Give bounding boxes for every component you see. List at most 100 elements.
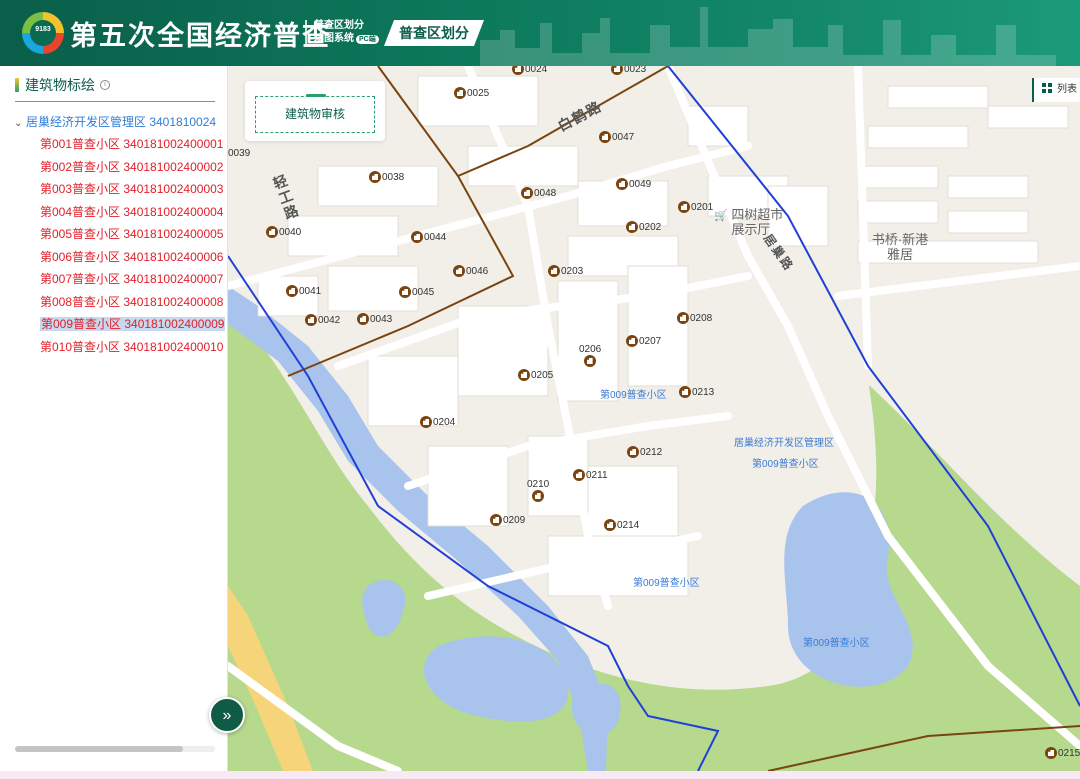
building-icon — [678, 201, 690, 213]
building-marker[interactable]: 0205 — [518, 369, 553, 381]
building-marker[interactable]: 0039 — [228, 148, 250, 159]
tree-root-node[interactable]: ⌄ 居巢经济开发区管理区 340181002400 — [14, 111, 216, 133]
building-marker[interactable]: 0209 — [490, 514, 525, 526]
building-marker[interactable]: 0208 — [677, 312, 712, 324]
skyline-decoration — [480, 7, 1056, 66]
info-icon[interactable]: i — [100, 80, 110, 90]
zone-label: 第009普查小区 — [803, 638, 870, 649]
building-marker[interactable]: 0049 — [616, 178, 651, 190]
tree-item-004[interactable]: 第004普查小区 340181002400004 — [14, 201, 223, 224]
building-icon — [626, 335, 638, 347]
building-marker[interactable]: 0201 — [678, 201, 713, 213]
building-icon — [357, 313, 369, 325]
zone-label: 第009普查小区 — [600, 390, 667, 401]
tree-item-009-selected[interactable]: 第009普查小区 340181002400009 — [14, 313, 226, 336]
building-marker[interactable]: 0025 — [454, 87, 489, 99]
building-marker[interactable]: 0214 — [604, 519, 639, 531]
sidebar-heading: 建筑物标绘 i — [15, 76, 110, 94]
tree-item-001[interactable]: 第001普查小区 340181002400001 — [14, 133, 223, 156]
building-marker[interactable]: 0041 — [286, 285, 321, 297]
building-icon — [454, 87, 466, 99]
heading-accent-bar — [15, 78, 19, 92]
map-basemap — [228, 66, 1080, 771]
building-icon — [573, 469, 585, 481]
building-marker[interactable]: 0044 — [411, 231, 446, 243]
building-icon — [490, 514, 502, 526]
title-divider — [305, 20, 307, 46]
building-marker[interactable]: 0047 — [599, 131, 634, 143]
building-icon — [626, 221, 638, 233]
app-subtitle: 普查区划分 绘图系统 PC端 — [314, 19, 379, 45]
building-icon — [369, 171, 381, 183]
sidebar: 建筑物标绘 i ⌄ 居巢经济开发区管理区 340181002400 第001普查小… — [0, 66, 228, 771]
expand-sidebar-button[interactable]: » — [209, 697, 245, 733]
building-icon — [616, 178, 628, 190]
grid-icon — [1042, 83, 1052, 93]
tab-district-division[interactable]: 普查区划分 — [384, 20, 484, 46]
building-marker[interactable]: 0204 — [420, 416, 455, 428]
building-icon — [453, 265, 465, 277]
building-marker[interactable]: 0203 — [548, 265, 583, 277]
building-marker[interactable]: 0043 — [357, 313, 392, 325]
list-view-toggle[interactable]: 列表 — [1032, 78, 1080, 102]
sidebar-scrollbar[interactable] — [15, 746, 215, 752]
district-tree: ⌄ 居巢经济开发区管理区 340181002400 第001普查小区 340181… — [14, 111, 226, 359]
tree-item-005[interactable]: 第005普查小区 340181002400005 — [14, 223, 223, 246]
scrollbar-thumb[interactable] — [15, 746, 183, 752]
building-marker[interactable]: 0207 — [626, 335, 661, 347]
building-marker[interactable]: 0211 — [573, 469, 608, 481]
zone-label: 第009普查小区 — [633, 578, 700, 589]
building-marker[interactable]: 0210 — [527, 479, 549, 502]
building-marker[interactable]: 0045 — [399, 286, 434, 298]
tree-item-002[interactable]: 第002普查小区 340181002400002 — [14, 156, 223, 179]
tree-item-007[interactable]: 第007普查小区 340181002400007 — [14, 268, 223, 291]
building-icon — [531, 490, 544, 502]
app-header: 9183 第五次全国经济普查 普查区划分 绘图系统 PC端 普查区划分 — [0, 0, 1080, 66]
heading-divider — [15, 101, 215, 102]
tree-item-010[interactable]: 第010普查小区 340181002400010 — [14, 336, 223, 359]
building-marker[interactable]: 0040 — [266, 226, 301, 238]
bottom-status-strip — [0, 771, 1080, 779]
building-marker[interactable]: 0213 — [679, 386, 714, 398]
building-icon — [599, 131, 611, 143]
zone-label: 第009普查小区 — [752, 459, 819, 470]
building-icon — [399, 286, 411, 298]
building-marker[interactable]: 0024 — [512, 66, 547, 75]
chevron-down-icon[interactable]: ⌄ — [14, 113, 26, 133]
poi-residence[interactable]: 书桥·新港雅居 — [868, 232, 932, 262]
building-marker[interactable]: 0046 — [453, 265, 488, 277]
poi-supermarket[interactable]: 🛒 四树超市展示厅 — [714, 207, 795, 237]
building-marker[interactable]: 0202 — [626, 221, 661, 233]
census-logo-icon — [22, 12, 64, 54]
building-marker[interactable]: 0042 — [305, 314, 340, 326]
cart-icon: 🛒 — [714, 210, 728, 222]
building-icon — [420, 416, 432, 428]
building-icon — [677, 312, 689, 324]
tree-item-008[interactable]: 第008普查小区 340181002400008 — [14, 291, 223, 314]
building-icon — [679, 386, 691, 398]
building-icon — [548, 265, 560, 277]
building-icon — [411, 231, 423, 243]
building-icon — [611, 66, 623, 75]
building-icon — [627, 446, 639, 458]
subtitle-line2: 绘图系统 PC端 — [314, 32, 379, 45]
building-icon — [583, 355, 596, 367]
building-marker[interactable]: 0038 — [369, 171, 404, 183]
building-marker[interactable]: 0023 — [611, 66, 646, 75]
building-icon — [266, 226, 278, 238]
tree-item-006[interactable]: 第006普查小区 340181002400006 — [14, 246, 223, 269]
tree-item-003[interactable]: 第003普查小区 340181002400003 — [14, 178, 223, 201]
logo-text: 9183 — [35, 26, 51, 33]
building-icon — [512, 66, 524, 75]
app-title: 第五次全国经济普查 — [70, 21, 331, 52]
building-icon — [286, 285, 298, 297]
zone-label-district: 居巢经济开发区管理区 — [734, 438, 834, 449]
subtitle-line1: 普查区划分 — [314, 20, 364, 31]
map-canvas[interactable]: 白鹤路 轻工路 居巢路 🛒 四树超市展示厅 书桥·新港雅居 第009普查小区 居… — [228, 66, 1080, 771]
building-marker[interactable]: 0215 — [1045, 747, 1080, 759]
building-review-button[interactable]: 建筑物审核 — [255, 96, 375, 133]
building-marker[interactable]: 0206 — [579, 344, 601, 367]
building-marker[interactable]: 0048 — [521, 187, 556, 199]
building-marker[interactable]: 0212 — [627, 446, 662, 458]
building-icon — [604, 519, 616, 531]
